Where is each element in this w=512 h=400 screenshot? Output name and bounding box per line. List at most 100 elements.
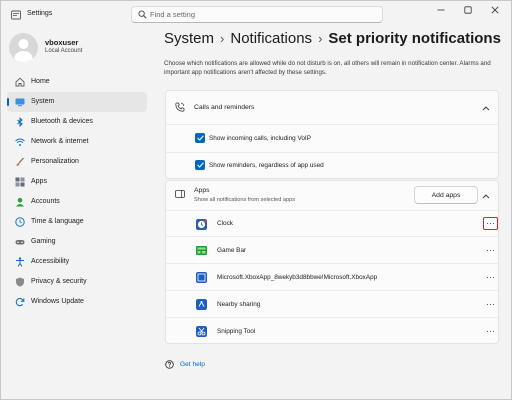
minimize-icon bbox=[437, 9, 445, 11]
app-row-clock: Clock bbox=[166, 210, 498, 236]
apps-icon bbox=[15, 177, 25, 187]
game-bar-app-icon bbox=[196, 246, 207, 255]
sidebar-item-accounts[interactable]: Accounts bbox=[7, 192, 147, 212]
chevron-up-icon[interactable] bbox=[482, 193, 490, 199]
bluetooth-icon bbox=[17, 117, 23, 127]
brush-icon bbox=[16, 157, 24, 166]
search-box[interactable] bbox=[131, 6, 383, 23]
search-input[interactable] bbox=[150, 9, 378, 20]
nearby-sharing-more-options-button[interactable] bbox=[483, 298, 498, 311]
sidebar-item-label: System bbox=[31, 98, 55, 105]
sidebar-item-label: Personalization bbox=[31, 158, 79, 165]
sidebar-item-home[interactable]: Home bbox=[7, 72, 147, 92]
gamepad-icon bbox=[15, 240, 25, 245]
xbox-more-options-button[interactable] bbox=[483, 271, 498, 284]
sidebar-item-system[interactable]: System bbox=[7, 92, 147, 112]
title-bar: Settings bbox=[1, 1, 511, 29]
sidebar-item-label: Windows Update bbox=[31, 298, 84, 305]
app-label: Clock bbox=[217, 220, 233, 227]
phone-bell-icon bbox=[175, 102, 185, 112]
globe-clock-icon bbox=[15, 217, 25, 227]
maximize-button[interactable] bbox=[457, 3, 479, 17]
get-help-link[interactable]: Get help bbox=[180, 361, 205, 368]
chevron-right-icon: › bbox=[220, 31, 225, 46]
sidebar-item-apps[interactable]: Apps bbox=[7, 172, 147, 192]
add-apps-button[interactable]: Add apps bbox=[414, 186, 478, 204]
system-icon bbox=[15, 98, 25, 107]
clock-more-options-button[interactable] bbox=[483, 217, 498, 230]
shield-icon bbox=[16, 277, 24, 287]
app-label: Snipping Tool bbox=[217, 328, 256, 335]
calls-reminders-header[interactable]: Calls and reminders bbox=[166, 91, 498, 124]
reminders-checkbox[interactable] bbox=[195, 160, 205, 170]
avatar[interactable] bbox=[9, 33, 38, 62]
app-label: Nearby sharing bbox=[217, 301, 261, 308]
profile-name: vboxuser bbox=[45, 38, 79, 47]
xbox-app-icon bbox=[196, 272, 207, 283]
more-options-icon bbox=[486, 330, 495, 333]
maximize-icon bbox=[464, 6, 472, 14]
app-label: Game Bar bbox=[217, 247, 247, 254]
apps-card: Apps Show all notifications from selecte… bbox=[165, 180, 499, 344]
sidebar-item-accessibility[interactable]: Accessibility bbox=[7, 252, 147, 272]
clock-app-icon bbox=[196, 219, 207, 230]
settings-app-icon bbox=[11, 10, 21, 20]
search-icon bbox=[138, 10, 147, 19]
incoming-calls-label: Show incoming calls, including VoIP bbox=[209, 135, 311, 142]
apps-title: Apps bbox=[194, 187, 210, 194]
breadcrumb-notifications[interactable]: Notifications bbox=[230, 30, 312, 47]
sidebar-item-label: Apps bbox=[31, 178, 47, 185]
breadcrumb-system[interactable]: System bbox=[164, 30, 214, 47]
sidebar-item-label: Accessibility bbox=[31, 258, 70, 265]
game-bar-more-options-button[interactable] bbox=[483, 244, 498, 257]
calls-reminders-title: Calls and reminders bbox=[194, 104, 255, 111]
option-row-incoming-calls: Show incoming calls, including VoIP bbox=[166, 124, 498, 152]
snipping-tool-app-icon bbox=[196, 326, 207, 337]
page-description: Choose which notifications are allowed w… bbox=[164, 60, 491, 76]
breadcrumb: System › Notifications › Set priority notifi… bbox=[164, 30, 501, 50]
apps-header[interactable]: Apps Show all notifications from selecte… bbox=[166, 181, 498, 210]
settings-window: Settings vboxuser Local Account bbox=[0, 0, 512, 400]
apps-subtitle: Show all notifications from selected app… bbox=[194, 197, 296, 203]
sidebar-item-label: Privacy & security bbox=[31, 278, 87, 285]
option-row-reminders: Show reminders, regardless of app used bbox=[166, 152, 498, 179]
page-title: Set priority notifications bbox=[328, 30, 501, 47]
app-row-snipping-tool: Snipping Tool bbox=[166, 317, 498, 344]
sidebar-item-network[interactable]: Network & internet bbox=[7, 132, 147, 152]
update-icon bbox=[15, 297, 25, 307]
user-icon bbox=[14, 39, 33, 62]
sidebar-item-label: Accounts bbox=[31, 198, 60, 205]
sidebar-item-label: Gaming bbox=[31, 238, 56, 245]
profile-account-type: Local Account bbox=[45, 48, 83, 54]
app-row-game-bar: Game Bar bbox=[166, 236, 498, 263]
app-label: Microsoft.XboxApp_8wekyb3d8bbwe!Microsof… bbox=[217, 274, 378, 281]
minimize-button[interactable] bbox=[430, 3, 452, 17]
more-options-icon bbox=[486, 276, 495, 279]
close-icon bbox=[491, 6, 499, 14]
chevron-up-icon[interactable] bbox=[482, 105, 490, 111]
calls-reminders-card: Calls and reminders Show incoming calls,… bbox=[165, 90, 499, 179]
sidebar-item-label: Bluetooth & devices bbox=[31, 118, 93, 125]
more-options-icon bbox=[486, 222, 495, 225]
sidebar-item-gaming[interactable]: Gaming bbox=[7, 232, 147, 252]
sidebar-item-privacy[interactable]: Privacy & security bbox=[7, 272, 147, 292]
sidebar-item-windows-update[interactable]: Windows Update bbox=[7, 292, 147, 312]
incoming-calls-checkbox[interactable] bbox=[195, 133, 205, 143]
snipping-tool-more-options-button[interactable] bbox=[483, 325, 498, 338]
sidebar-item-bluetooth[interactable]: Bluetooth & devices bbox=[7, 112, 147, 132]
wifi-icon bbox=[15, 138, 25, 146]
accessibility-icon bbox=[16, 257, 24, 267]
close-button[interactable] bbox=[484, 3, 506, 17]
checkmark-icon bbox=[196, 162, 204, 168]
window-title: Settings bbox=[27, 10, 53, 17]
checkmark-icon bbox=[196, 135, 204, 141]
nearby-sharing-app-icon bbox=[196, 299, 207, 310]
sidebar-item-label: Home bbox=[31, 78, 50, 85]
sidebar-item-personalization[interactable]: Personalization bbox=[7, 152, 147, 172]
accounts-icon bbox=[16, 197, 24, 207]
sidebar-nav: Home System Bluetooth & devices Network … bbox=[7, 72, 147, 312]
sidebar-item-label: Time & language bbox=[31, 218, 84, 225]
sidebar-item-time-language[interactable]: Time & language bbox=[7, 212, 147, 232]
app-window-icon bbox=[175, 190, 185, 198]
app-row-xbox: Microsoft.XboxApp_8wekyb3d8bbwe!Microsof… bbox=[166, 263, 498, 290]
